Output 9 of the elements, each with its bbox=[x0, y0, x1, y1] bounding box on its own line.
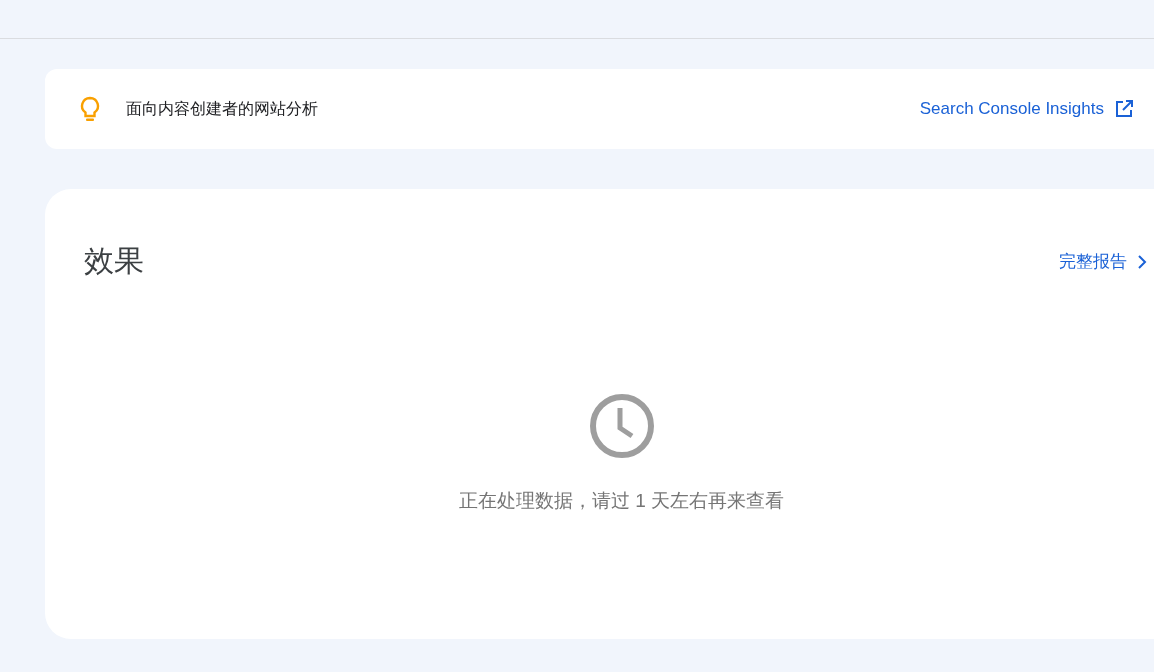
lightbulb-icon bbox=[78, 96, 102, 122]
search-console-insights-link[interactable]: Search Console Insights bbox=[919, 99, 1134, 119]
card-title: 效果 bbox=[84, 243, 144, 279]
processing-message: 正在处理数据，请过 1 天左右再来查看 bbox=[458, 489, 785, 513]
clock-icon bbox=[587, 392, 656, 460]
full-report-link[interactable]: 完整报告 bbox=[1059, 250, 1149, 273]
banner-text: 面向内容创建者的网站分析 bbox=[126, 98, 319, 119]
external-link-icon bbox=[1114, 99, 1134, 119]
chevron-right-icon bbox=[1135, 253, 1149, 270]
